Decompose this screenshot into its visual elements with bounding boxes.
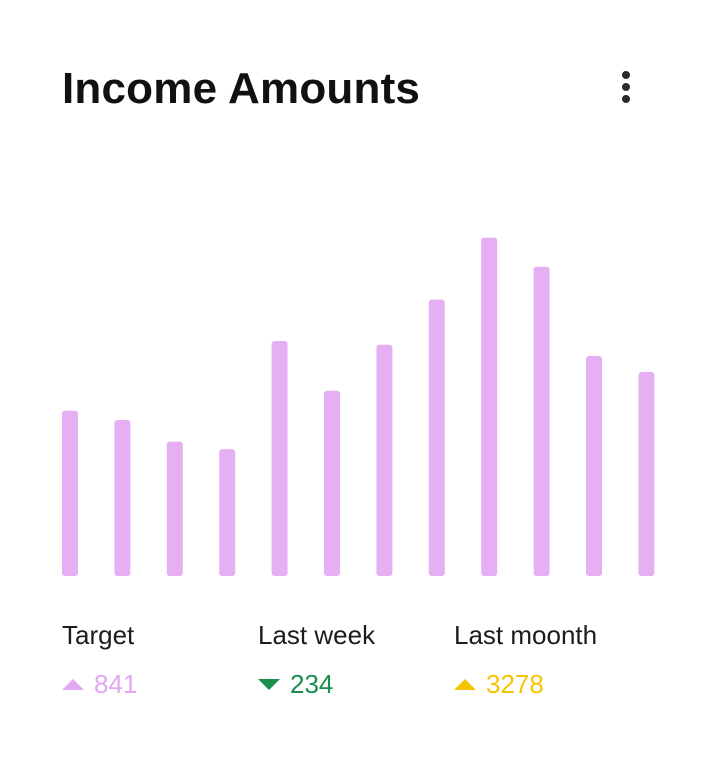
- income-card: Income Amounts Target 841 Last week 234 …: [0, 0, 712, 766]
- income-bar-chart: [62, 237, 655, 576]
- bar-11: [586, 356, 602, 576]
- stat-target: Target 841: [62, 620, 137, 700]
- stat-last-month-label: Last moonth: [454, 620, 598, 650]
- stat-last-month: Last moonth 3278: [454, 620, 597, 700]
- bar-4: [219, 449, 236, 576]
- bar-12: [638, 372, 655, 576]
- stat-target-value-row: 841: [62, 669, 137, 700]
- stat-target-value: 841: [94, 669, 138, 700]
- bar-5: [271, 341, 288, 576]
- bar-9: [481, 237, 498, 576]
- arrow-up-icon: [454, 679, 476, 691]
- bar-8: [428, 299, 445, 576]
- bar-2: [114, 420, 131, 576]
- bar-7: [376, 344, 393, 576]
- stat-last-month-value: 3278: [486, 669, 544, 700]
- stat-last-week: Last week 234: [258, 620, 375, 700]
- stat-last-week-label: Last week: [258, 620, 376, 650]
- stat-last-month-value-row: 3278: [454, 669, 597, 700]
- bar-6: [324, 390, 340, 576]
- bar-1: [62, 410, 78, 576]
- bar-10: [533, 266, 550, 576]
- stats-row: Target 841 Last week 234 Last moonth 327…: [62, 620, 682, 720]
- arrow-down-icon: [258, 679, 280, 691]
- stat-last-week-value-row: 234: [258, 669, 375, 700]
- arrow-up-icon: [62, 679, 84, 691]
- stat-last-week-value: 234: [290, 669, 334, 700]
- bar-3: [166, 441, 183, 576]
- stat-target-label: Target: [62, 620, 135, 650]
